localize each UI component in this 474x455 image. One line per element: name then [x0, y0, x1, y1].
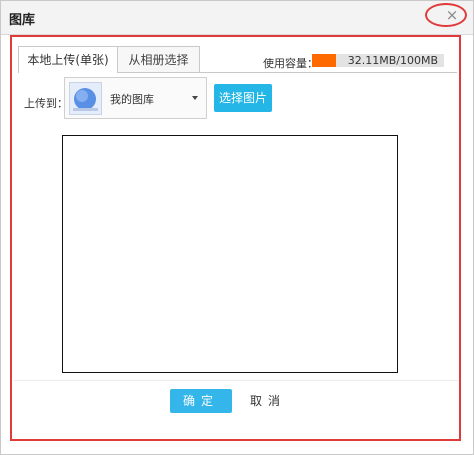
select-image-button[interactable]: 选择图片	[214, 84, 272, 112]
chevron-down-icon	[192, 96, 198, 100]
confirm-button[interactable]: 确定	[170, 389, 232, 413]
cancel-button[interactable]: 取消	[248, 389, 288, 413]
usage-progress-bar: 32.11MB/100MB	[312, 54, 444, 67]
usage-value: 32.11MB/100MB	[347, 54, 438, 67]
title-bar: 图库	[1, 1, 473, 35]
album-name: 我的图库	[110, 93, 154, 106]
usage-label: 使用容量：	[263, 57, 318, 70]
tab-local-upload[interactable]: 本地上传(单张)	[18, 46, 118, 73]
image-preview-area	[62, 135, 398, 373]
tab-from-album[interactable]: 从相册选择	[118, 46, 200, 73]
album-thumbnail-icon	[69, 82, 102, 115]
footer-divider	[14, 380, 458, 381]
album-select-dropdown[interactable]: 我的图库	[64, 77, 207, 119]
upload-to-label: 上传到：	[24, 97, 68, 110]
dialog-title: 图库	[9, 13, 36, 28]
usage-progress-fill	[312, 54, 336, 67]
tab-divider	[18, 72, 457, 73]
close-icon[interactable]: ×	[444, 6, 460, 24]
